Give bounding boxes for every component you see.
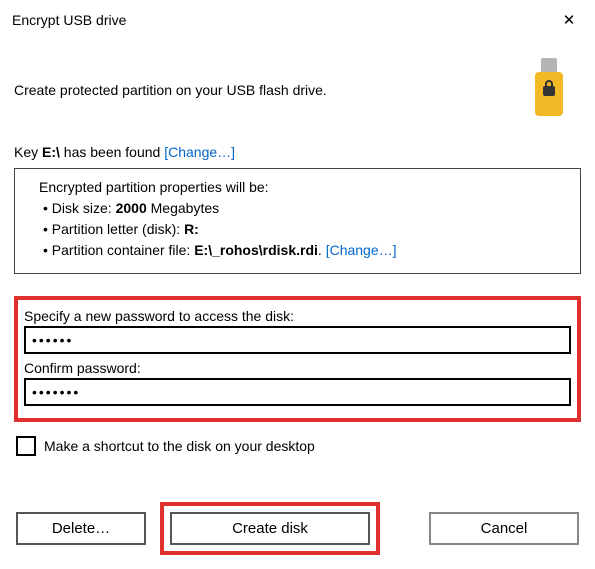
close-icon: ✕ <box>563 11 576 29</box>
key-found-row: Key E:\ has been found Change… <box>14 144 581 160</box>
partition-properties-box: Encrypted partition properties will be: … <box>14 168 581 274</box>
key-prefix: Key <box>14 144 42 160</box>
key-drive: E:\ <box>42 144 60 160</box>
disk-size-label: Disk size: <box>52 200 116 216</box>
close-button[interactable]: ✕ <box>549 6 589 34</box>
partition-letter-label: Partition letter (disk): <box>52 221 184 237</box>
password-label: Specify a new password to access the dis… <box>24 308 571 324</box>
container-file-value: E:\_rohos\rdisk.rdi <box>194 242 318 258</box>
dialog-content: Create protected partition on your USB f… <box>0 58 595 569</box>
create-button-highlight: Create disk <box>160 502 380 555</box>
usb-lock-icon <box>531 58 567 122</box>
password-section: Specify a new password to access the dis… <box>14 296 581 422</box>
disk-size-unit: Megabytes <box>147 200 219 216</box>
confirm-password-input[interactable] <box>24 378 571 406</box>
change-container-link[interactable]: Change… <box>326 242 397 258</box>
shortcut-checkbox[interactable] <box>16 436 36 456</box>
change-key-link[interactable]: Change… <box>164 144 235 160</box>
intro-text: Create protected partition on your USB f… <box>14 82 327 98</box>
password-input[interactable] <box>24 326 571 354</box>
cancel-button[interactable]: Cancel <box>429 512 579 545</box>
button-row: Delete… Create disk Cancel <box>14 502 581 555</box>
confirm-password-label: Confirm password: <box>24 360 571 376</box>
key-suffix: has been found <box>60 144 164 160</box>
container-file-dot: . <box>318 242 326 258</box>
partition-letter-value: R: <box>184 221 199 237</box>
prop-partition-letter: Partition letter (disk): R: <box>43 219 568 240</box>
create-disk-button[interactable]: Create disk <box>170 512 370 545</box>
titlebar: Encrypt USB drive ✕ <box>0 0 595 40</box>
container-file-label: Partition container file: <box>52 242 194 258</box>
props-heading: Encrypted partition properties will be: <box>39 177 568 198</box>
prop-disk-size: Disk size: 2000 Megabytes <box>43 198 568 219</box>
delete-button[interactable]: Delete… <box>16 512 146 545</box>
shortcut-label: Make a shortcut to the disk on your desk… <box>44 438 315 454</box>
prop-container-file: Partition container file: E:\_rohos\rdis… <box>43 240 568 261</box>
shortcut-checkbox-row[interactable]: Make a shortcut to the disk on your desk… <box>16 436 581 456</box>
window-title: Encrypt USB drive <box>12 12 126 28</box>
disk-size-value: 2000 <box>116 200 147 216</box>
